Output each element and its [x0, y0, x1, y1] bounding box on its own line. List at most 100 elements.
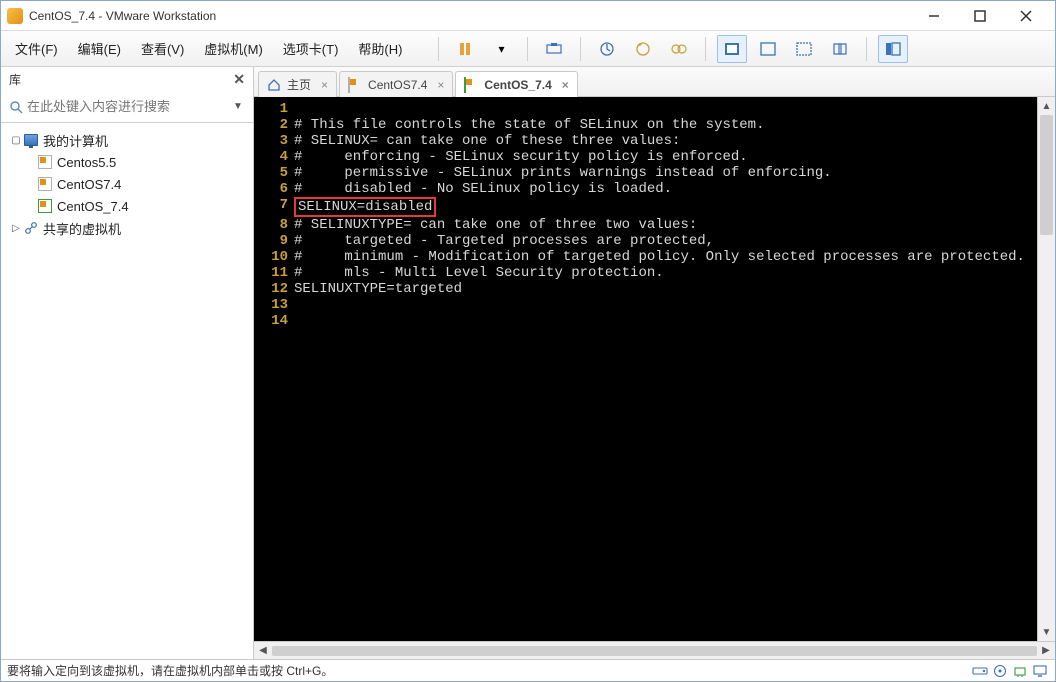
line-number: 13	[254, 297, 294, 313]
terminal-line: 10# minimum - Modification of targeted p…	[254, 249, 1037, 265]
line-text: # mls - Multi Level Security protection.	[294, 265, 664, 281]
line-number: 10	[254, 249, 294, 265]
menu-view[interactable]: 查看(V)	[133, 35, 192, 62]
menu-tabs[interactable]: 选项卡(T)	[275, 35, 347, 62]
line-number: 14	[254, 313, 294, 329]
library-tree: ▢ 我的计算机 Centos5.5 CentOS7.4 CentOS_7.4	[1, 123, 253, 659]
tree-label: 共享的虚拟机	[43, 219, 121, 238]
expand-icon[interactable]: ▷	[9, 223, 23, 234]
scroll-thumb[interactable]	[1040, 115, 1053, 235]
revert-snapshot-button[interactable]	[628, 35, 658, 63]
cd-icon[interactable]	[991, 663, 1009, 679]
search-dropdown-icon[interactable]: ▼	[233, 101, 247, 112]
line-number: 1	[254, 101, 294, 117]
terminal-line: 5# permissive - SELinux prints warnings …	[254, 165, 1037, 181]
line-text: SELINUX=disabled	[294, 197, 436, 217]
terminal-line: 13	[254, 297, 1037, 313]
scroll-right-icon[interactable]: ▶	[1037, 645, 1055, 656]
sidebar-title: 库	[9, 71, 21, 88]
line-number: 4	[254, 149, 294, 165]
snapshot-button[interactable]	[592, 35, 622, 63]
scroll-left-icon[interactable]: ◀	[254, 645, 272, 656]
line-number: 7	[254, 197, 294, 217]
terminal-line: 9# targeted - Targeted processes are pro…	[254, 233, 1037, 249]
menu-file[interactable]: 文件(F)	[7, 35, 66, 62]
scroll-up-icon[interactable]: ▲	[1038, 97, 1055, 115]
statusbar: 要将输入定向到该虚拟机，请在虚拟机内部单击或按 Ctrl+G。	[1, 659, 1055, 681]
library-toggle-button[interactable]	[878, 35, 908, 63]
manage-snapshots-button[interactable]	[664, 35, 694, 63]
send-cad-button[interactable]	[539, 35, 569, 63]
tab-label: 主页	[287, 76, 311, 93]
pause-button[interactable]	[450, 35, 480, 63]
collapse-icon[interactable]: ▢	[9, 135, 23, 146]
sidebar-close-button[interactable]: ✕	[233, 71, 245, 88]
tree-shared-vms[interactable]: ▷ 共享的虚拟机	[5, 217, 249, 239]
fullscreen-button[interactable]	[717, 35, 747, 63]
tab-close-icon[interactable]: ×	[562, 78, 569, 92]
vm-icon	[38, 155, 52, 169]
maximize-button[interactable]	[957, 2, 1003, 30]
vm-running-icon	[464, 77, 466, 93]
line-number: 12	[254, 281, 294, 297]
unity-button[interactable]	[753, 35, 783, 63]
vm-icon	[38, 177, 52, 191]
search-input[interactable]	[25, 95, 233, 118]
display-icon[interactable]	[1031, 663, 1049, 679]
nic-icon[interactable]	[1011, 663, 1029, 679]
sidebar-search[interactable]: ▼	[1, 91, 253, 123]
tab-label: CentOS7.4	[368, 78, 427, 92]
menu-help[interactable]: 帮助(H)	[350, 35, 410, 62]
vertical-scrollbar[interactable]: ▲ ▼	[1037, 97, 1055, 641]
home-icon	[267, 78, 281, 92]
main-area: 主页 × CentOS7.4 × CentOS_7.4 × 12# This f…	[254, 67, 1055, 659]
line-text: # SELINUX= can take one of these three v…	[294, 133, 680, 149]
line-text: # minimum - Modification of targeted pol…	[294, 249, 1025, 265]
terminal-line: 4# enforcing - SELinux security policy i…	[254, 149, 1037, 165]
terminal-line: 1	[254, 101, 1037, 117]
terminal-line: 2# This file controls the state of SELin…	[254, 117, 1037, 133]
tree-vm-centos55[interactable]: Centos5.5	[5, 151, 249, 173]
terminal-line: 8# SELINUXTYPE= can take one of three tw…	[254, 217, 1037, 233]
tab-close-icon[interactable]: ×	[437, 78, 444, 92]
menu-vm[interactable]: 虚拟机(M)	[196, 35, 271, 62]
close-button[interactable]	[1003, 2, 1049, 30]
horizontal-scrollbar[interactable]: ◀ ▶	[254, 641, 1055, 659]
line-number: 5	[254, 165, 294, 181]
power-menu-button[interactable]: ▾	[486, 35, 516, 63]
scroll-down-icon[interactable]: ▼	[1038, 623, 1055, 641]
line-number: 3	[254, 133, 294, 149]
line-text: # targeted - Targeted processes are prot…	[294, 233, 714, 249]
tab-label: CentOS_7.4	[484, 78, 551, 92]
line-text: # This file controls the state of SELinu…	[294, 117, 764, 133]
tree-vm-centos-74[interactable]: CentOS_7.4	[5, 195, 249, 217]
tab-close-icon[interactable]: ×	[321, 78, 328, 92]
tab-centos74[interactable]: CentOS7.4 ×	[339, 71, 453, 97]
tree-label: CentOS_7.4	[57, 199, 129, 214]
line-text: # SELINUXTYPE= can take one of three two…	[294, 217, 697, 233]
tree-vm-centos74[interactable]: CentOS7.4	[5, 173, 249, 195]
tab-home[interactable]: 主页 ×	[258, 71, 337, 97]
computer-icon	[24, 134, 38, 146]
terminal-line: 12SELINUXTYPE=targeted	[254, 281, 1037, 297]
stretch-button[interactable]	[825, 35, 855, 63]
line-text: # enforcing - SELinux security policy is…	[294, 149, 748, 165]
tab-centos-74-active[interactable]: CentOS_7.4 ×	[455, 71, 577, 97]
menu-edit[interactable]: 编辑(E)	[70, 35, 129, 62]
status-device-icons	[971, 663, 1049, 679]
vm-running-icon	[38, 199, 52, 213]
console-view-button[interactable]	[789, 35, 819, 63]
line-number: 11	[254, 265, 294, 281]
terminal-line: 14	[254, 313, 1037, 329]
terminal-line: 11# mls - Multi Level Security protectio…	[254, 265, 1037, 281]
minimize-button[interactable]	[911, 2, 957, 30]
vm-icon	[348, 77, 350, 93]
terminal-view[interactable]: 12# This file controls the state of SELi…	[254, 97, 1037, 641]
line-text: SELINUXTYPE=targeted	[294, 281, 462, 297]
search-icon	[7, 98, 25, 116]
scroll-thumb[interactable]	[272, 646, 1037, 656]
titlebar: CentOS_7.4 - VMware Workstation	[1, 1, 1055, 31]
tree-label: Centos5.5	[57, 155, 116, 170]
tree-my-computer[interactable]: ▢ 我的计算机	[5, 129, 249, 151]
hdd-icon[interactable]	[971, 663, 989, 679]
